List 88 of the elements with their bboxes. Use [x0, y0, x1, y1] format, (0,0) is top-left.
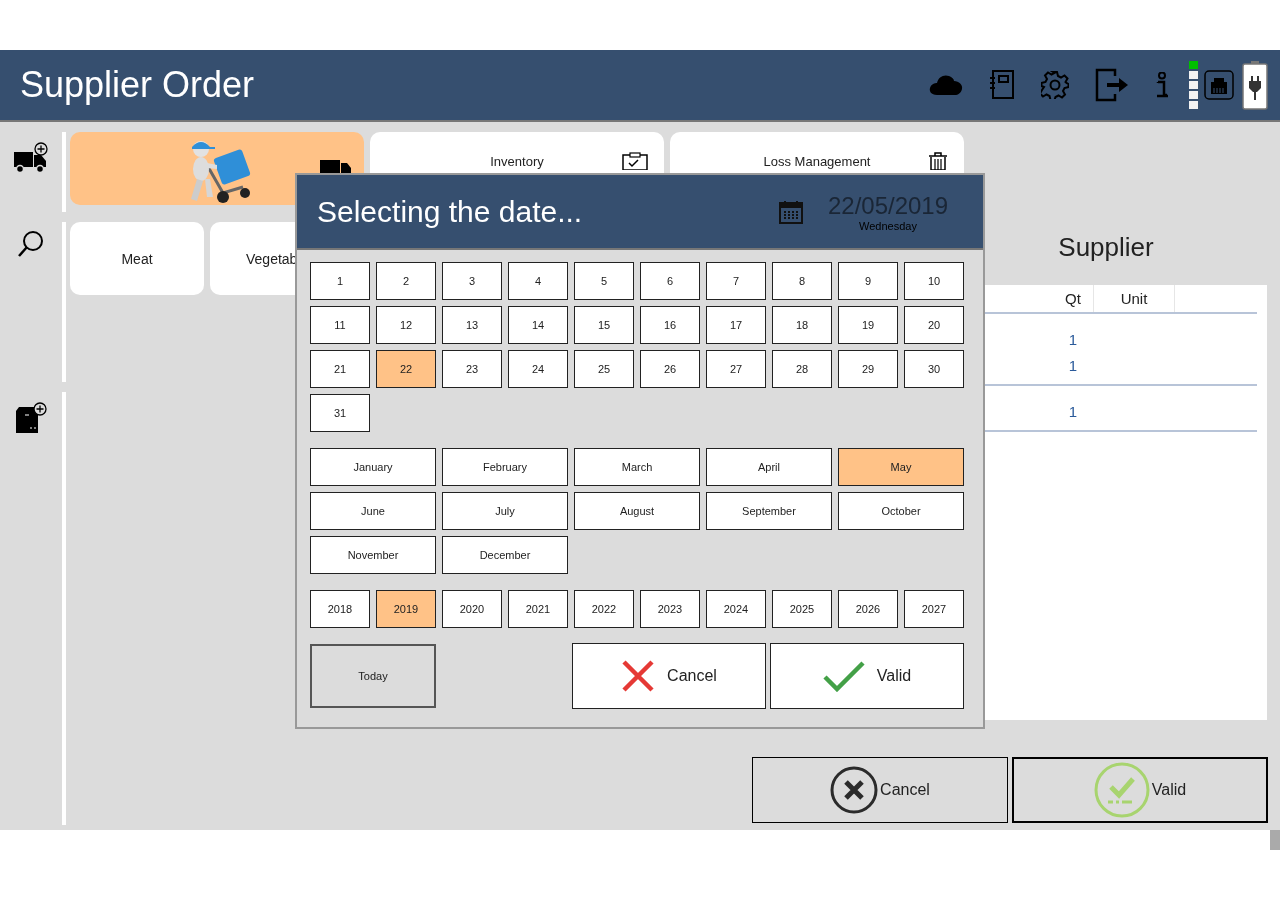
tile-label: Loss Management: [763, 154, 871, 169]
day-button[interactable]: 16: [640, 306, 700, 344]
day-button[interactable]: 15: [574, 306, 634, 344]
cancel-button[interactable]: Cancel: [752, 757, 1008, 823]
day-button[interactable]: 4: [508, 262, 568, 300]
month-button[interactable]: August: [574, 492, 700, 530]
day-button[interactable]: 6: [640, 262, 700, 300]
month-button[interactable]: January: [310, 448, 436, 486]
day-button[interactable]: 28: [772, 350, 832, 388]
window-title: Supplier Order: [20, 64, 255, 106]
calendar-icon: [779, 199, 803, 224]
network-port-icon: [1204, 70, 1234, 100]
info-icon[interactable]: [1155, 72, 1169, 98]
year-button[interactable]: 2020: [442, 590, 502, 628]
day-button[interactable]: 17: [706, 306, 766, 344]
year-button[interactable]: 2022: [574, 590, 634, 628]
day-button[interactable]: 25: [574, 350, 634, 388]
day-button[interactable]: 14: [508, 306, 568, 344]
year-button[interactable]: 2018: [310, 590, 370, 628]
year-button[interactable]: 2024: [706, 590, 766, 628]
trash-icon: [928, 152, 948, 170]
year-button[interactable]: 2025: [772, 590, 832, 628]
box-add-icon[interactable]: [15, 402, 47, 434]
panel-title: Supplier: [1057, 232, 1155, 264]
day-button[interactable]: 31: [310, 394, 370, 432]
today-button[interactable]: Today: [310, 644, 436, 708]
day-button[interactable]: 22: [376, 350, 436, 388]
day-button[interactable]: 20: [904, 306, 964, 344]
cloud-icon[interactable]: [929, 73, 963, 97]
day-button[interactable]: 3: [442, 262, 502, 300]
year-button[interactable]: 2021: [508, 590, 568, 628]
day-button[interactable]: 27: [706, 350, 766, 388]
scrollbar-thumb[interactable]: [1270, 830, 1280, 850]
settings-icon[interactable]: [1041, 71, 1069, 99]
day-button[interactable]: 10: [904, 262, 964, 300]
month-button[interactable]: June: [310, 492, 436, 530]
clipboard-check-icon: [622, 152, 648, 170]
year-button[interactable]: 2027: [904, 590, 964, 628]
truck-icon: [320, 160, 352, 174]
column-header: Unit: [1094, 285, 1175, 312]
quantity-cell-text: 1: [1067, 402, 1079, 420]
day-button[interactable]: 29: [838, 350, 898, 388]
day-button[interactable]: 21: [310, 350, 370, 388]
day-button[interactable]: 24: [508, 350, 568, 388]
month-button[interactable]: March: [574, 448, 700, 486]
day-button[interactable]: 12: [376, 306, 436, 344]
year-button[interactable]: 2019: [376, 590, 436, 628]
battery-plug-icon: [1242, 60, 1268, 110]
notebook-icon[interactable]: [989, 70, 1015, 100]
close-icon: [621, 659, 656, 693]
day-button[interactable]: 23: [442, 350, 502, 388]
quantity-cell-text: 1: [1067, 330, 1079, 348]
close-icon: [830, 766, 879, 814]
filter-tile[interactable]: Meat: [70, 222, 204, 295]
month-button[interactable]: November: [310, 536, 436, 574]
day-button[interactable]: 18: [772, 306, 832, 344]
month-button[interactable]: July: [442, 492, 568, 530]
quantity-cell-text: 1: [1067, 356, 1079, 374]
checkmark-icon: [822, 660, 865, 692]
day-button[interactable]: 26: [640, 350, 700, 388]
day-button[interactable]: 7: [706, 262, 766, 300]
month-button[interactable]: September: [706, 492, 832, 530]
signal-bars-icon: [1189, 60, 1198, 110]
day-button[interactable]: 19: [838, 306, 898, 344]
search-icon[interactable]: [17, 230, 45, 258]
day-button[interactable]: 8: [772, 262, 832, 300]
month-button[interactable]: April: [706, 448, 832, 486]
day-button[interactable]: 5: [574, 262, 634, 300]
day-button[interactable]: 1: [310, 262, 370, 300]
valid-button[interactable]: Valid: [770, 643, 964, 709]
logout-icon[interactable]: [1095, 68, 1129, 102]
month-button[interactable]: May: [838, 448, 964, 486]
month-button[interactable]: December: [442, 536, 568, 574]
day-button[interactable]: 11: [310, 306, 370, 344]
cancel-button[interactable]: Cancel: [572, 643, 766, 709]
column-header: Qt: [1053, 285, 1094, 312]
year-button[interactable]: 2023: [640, 590, 700, 628]
day-button[interactable]: 2: [376, 262, 436, 300]
tile-label: Inventory: [490, 154, 544, 169]
day-button[interactable]: 13: [442, 306, 502, 344]
weekday-label: Wednesday: [859, 219, 917, 232]
day-button[interactable]: 30: [904, 350, 964, 388]
month-button[interactable]: October: [838, 492, 964, 530]
month-button[interactable]: February: [442, 448, 568, 486]
year-button[interactable]: 2026: [838, 590, 898, 628]
check-circle-icon: [1093, 762, 1150, 818]
valid-button[interactable]: Valid: [1012, 757, 1268, 823]
day-button[interactable]: 9: [838, 262, 898, 300]
